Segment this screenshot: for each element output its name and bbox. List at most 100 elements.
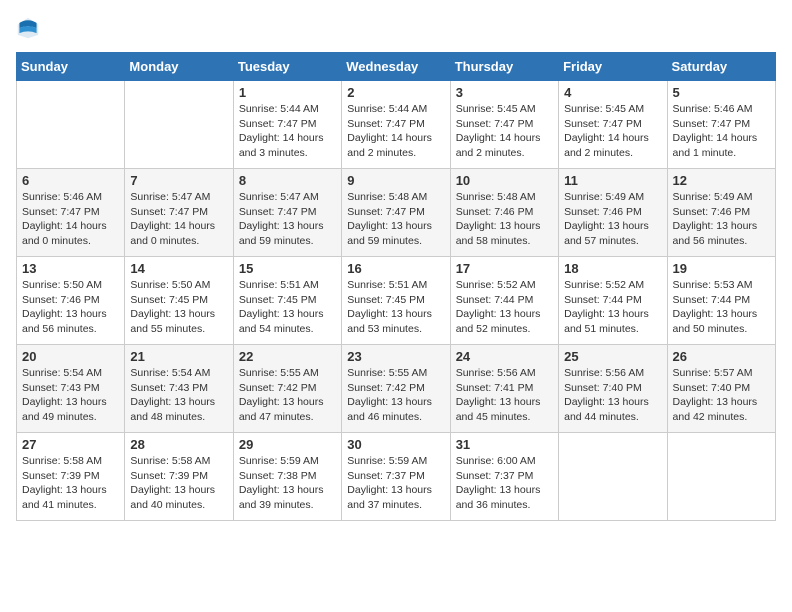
day-number: 23 xyxy=(347,349,444,364)
calendar-week-row: 13Sunrise: 5:50 AM Sunset: 7:46 PM Dayli… xyxy=(17,257,776,345)
day-info: Sunrise: 5:59 AM Sunset: 7:37 PM Dayligh… xyxy=(347,454,444,513)
calendar-cell: 5 Sunrise: 5:46 AM Sunset: 7:47 PM Daylig… xyxy=(667,81,775,169)
calendar-cell: 19 Sunrise: 5:53 AM Sunset: 7:44 PM Dayli… xyxy=(667,257,775,345)
day-number: 17 xyxy=(456,261,553,276)
day-info: Sunrise: 5:53 AM Sunset: 7:44 PM Dayligh… xyxy=(673,278,770,337)
day-number: 30 xyxy=(347,437,444,452)
calendar-cell: 21Sunrise: 5:54 AM Sunset: 7:43 PM Dayli… xyxy=(125,345,233,433)
day-number: 26 xyxy=(673,349,770,364)
day-number: 9 xyxy=(347,173,444,188)
calendar-cell: 20 Sunrise: 5:54 AM Sunset: 7:43 PM Dayli… xyxy=(17,345,125,433)
calendar-cell: 10 Sunrise: 5:48 AM Sunset: 7:46 PM Dayli… xyxy=(450,169,558,257)
day-info: Sunrise: 5:55 AM Sunset: 7:42 PM Dayligh… xyxy=(347,366,444,425)
day-number: 11 xyxy=(564,173,661,188)
day-info: Sunrise: 5:49 AM Sunset: 7:46 PM Dayligh… xyxy=(564,190,661,249)
day-number: 4 xyxy=(564,85,661,100)
day-info: Sunrise: 5:46 AM Sunset: 7:47 PM Dayligh… xyxy=(673,102,770,161)
day-info: Sunrise: 5:58 AM Sunset: 7:39 PM Dayligh… xyxy=(22,454,119,513)
calendar-cell: 27 Sunrise: 5:58 AM Sunset: 7:39 PM Dayli… xyxy=(17,433,125,521)
logo-icon xyxy=(16,16,40,40)
day-number: 29 xyxy=(239,437,336,452)
day-number: 10 xyxy=(456,173,553,188)
day-number: 25 xyxy=(564,349,661,364)
calendar-cell: 28Sunrise: 5:58 AM Sunset: 7:39 PM Dayli… xyxy=(125,433,233,521)
day-info: Sunrise: 5:48 AM Sunset: 7:46 PM Dayligh… xyxy=(456,190,553,249)
calendar-cell: 25Sunrise: 5:56 AM Sunset: 7:40 PM Dayli… xyxy=(559,345,667,433)
calendar-cell: 13Sunrise: 5:50 AM Sunset: 7:46 PM Dayli… xyxy=(17,257,125,345)
day-number: 31 xyxy=(456,437,553,452)
column-header-thursday: Thursday xyxy=(450,53,558,81)
day-number: 12 xyxy=(673,173,770,188)
calendar-cell: 6 Sunrise: 5:46 AM Sunset: 7:47 PM Daylig… xyxy=(17,169,125,257)
calendar-week-row: 1 Sunrise: 5:44 AM Sunset: 7:47 PM Daylig… xyxy=(17,81,776,169)
calendar-cell: 22 Sunrise: 5:55 AM Sunset: 7:42 PM Dayli… xyxy=(233,345,341,433)
calendar-cell: 14 Sunrise: 5:50 AM Sunset: 7:45 PM Dayli… xyxy=(125,257,233,345)
day-number: 2 xyxy=(347,85,444,100)
day-number: 22 xyxy=(239,349,336,364)
calendar-cell: 1 Sunrise: 5:44 AM Sunset: 7:47 PM Daylig… xyxy=(233,81,341,169)
day-number: 27 xyxy=(22,437,119,452)
column-header-sunday: Sunday xyxy=(17,53,125,81)
day-info: Sunrise: 5:56 AM Sunset: 7:41 PM Dayligh… xyxy=(456,366,553,425)
day-info: Sunrise: 5:58 AM Sunset: 7:39 PM Dayligh… xyxy=(130,454,227,513)
day-info: Sunrise: 5:45 AM Sunset: 7:47 PM Dayligh… xyxy=(456,102,553,161)
day-info: Sunrise: 5:52 AM Sunset: 7:44 PM Dayligh… xyxy=(564,278,661,337)
calendar-week-row: 6 Sunrise: 5:46 AM Sunset: 7:47 PM Daylig… xyxy=(17,169,776,257)
day-info: Sunrise: 5:51 AM Sunset: 7:45 PM Dayligh… xyxy=(239,278,336,337)
column-header-wednesday: Wednesday xyxy=(342,53,450,81)
day-number: 20 xyxy=(22,349,119,364)
column-header-saturday: Saturday xyxy=(667,53,775,81)
day-number: 13 xyxy=(22,261,119,276)
day-info: Sunrise: 5:47 AM Sunset: 7:47 PM Dayligh… xyxy=(239,190,336,249)
day-info: Sunrise: 5:54 AM Sunset: 7:43 PM Dayligh… xyxy=(130,366,227,425)
day-info: Sunrise: 5:57 AM Sunset: 7:40 PM Dayligh… xyxy=(673,366,770,425)
calendar-cell: 9 Sunrise: 5:48 AM Sunset: 7:47 PM Daylig… xyxy=(342,169,450,257)
day-info: Sunrise: 5:44 AM Sunset: 7:47 PM Dayligh… xyxy=(347,102,444,161)
day-info: Sunrise: 5:49 AM Sunset: 7:46 PM Dayligh… xyxy=(673,190,770,249)
calendar-cell: 12 Sunrise: 5:49 AM Sunset: 7:46 PM Dayli… xyxy=(667,169,775,257)
day-number: 8 xyxy=(239,173,336,188)
day-number: 5 xyxy=(673,85,770,100)
calendar-cell: 31 Sunrise: 6:00 AM Sunset: 7:37 PM Dayli… xyxy=(450,433,558,521)
calendar-cell: 30 Sunrise: 5:59 AM Sunset: 7:37 PM Dayli… xyxy=(342,433,450,521)
calendar-week-row: 27 Sunrise: 5:58 AM Sunset: 7:39 PM Dayli… xyxy=(17,433,776,521)
calendar-cell: 4Sunrise: 5:45 AM Sunset: 7:47 PM Daylig… xyxy=(559,81,667,169)
calendar-cell xyxy=(559,433,667,521)
day-info: Sunrise: 5:59 AM Sunset: 7:38 PM Dayligh… xyxy=(239,454,336,513)
day-number: 24 xyxy=(456,349,553,364)
day-number: 15 xyxy=(239,261,336,276)
day-info: Sunrise: 6:00 AM Sunset: 7:37 PM Dayligh… xyxy=(456,454,553,513)
calendar-cell xyxy=(125,81,233,169)
day-number: 6 xyxy=(22,173,119,188)
calendar-cell xyxy=(17,81,125,169)
day-info: Sunrise: 5:44 AM Sunset: 7:47 PM Dayligh… xyxy=(239,102,336,161)
day-number: 14 xyxy=(130,261,227,276)
calendar-cell: 17 Sunrise: 5:52 AM Sunset: 7:44 PM Dayli… xyxy=(450,257,558,345)
logo xyxy=(16,16,44,40)
day-info: Sunrise: 5:54 AM Sunset: 7:43 PM Dayligh… xyxy=(22,366,119,425)
calendar-week-row: 20 Sunrise: 5:54 AM Sunset: 7:43 PM Dayli… xyxy=(17,345,776,433)
calendar-cell: 29 Sunrise: 5:59 AM Sunset: 7:38 PM Dayli… xyxy=(233,433,341,521)
day-info: Sunrise: 5:46 AM Sunset: 7:47 PM Dayligh… xyxy=(22,190,119,249)
day-number: 1 xyxy=(239,85,336,100)
day-info: Sunrise: 5:52 AM Sunset: 7:44 PM Dayligh… xyxy=(456,278,553,337)
day-info: Sunrise: 5:48 AM Sunset: 7:47 PM Dayligh… xyxy=(347,190,444,249)
calendar-cell: 3 Sunrise: 5:45 AM Sunset: 7:47 PM Daylig… xyxy=(450,81,558,169)
calendar-cell: 18 Sunrise: 5:52 AM Sunset: 7:44 PM Dayli… xyxy=(559,257,667,345)
column-header-monday: Monday xyxy=(125,53,233,81)
calendar-header-row: SundayMondayTuesdayWednesdayThursdayFrid… xyxy=(17,53,776,81)
calendar-cell: 2 Sunrise: 5:44 AM Sunset: 7:47 PM Daylig… xyxy=(342,81,450,169)
day-number: 7 xyxy=(130,173,227,188)
day-number: 19 xyxy=(673,261,770,276)
day-number: 18 xyxy=(564,261,661,276)
day-number: 3 xyxy=(456,85,553,100)
day-info: Sunrise: 5:51 AM Sunset: 7:45 PM Dayligh… xyxy=(347,278,444,337)
day-info: Sunrise: 5:47 AM Sunset: 7:47 PM Dayligh… xyxy=(130,190,227,249)
calendar-cell: 16 Sunrise: 5:51 AM Sunset: 7:45 PM Dayli… xyxy=(342,257,450,345)
day-info: Sunrise: 5:50 AM Sunset: 7:45 PM Dayligh… xyxy=(130,278,227,337)
column-header-friday: Friday xyxy=(559,53,667,81)
calendar-cell: 8 Sunrise: 5:47 AM Sunset: 7:47 PM Daylig… xyxy=(233,169,341,257)
day-number: 16 xyxy=(347,261,444,276)
calendar-cell xyxy=(667,433,775,521)
day-info: Sunrise: 5:55 AM Sunset: 7:42 PM Dayligh… xyxy=(239,366,336,425)
